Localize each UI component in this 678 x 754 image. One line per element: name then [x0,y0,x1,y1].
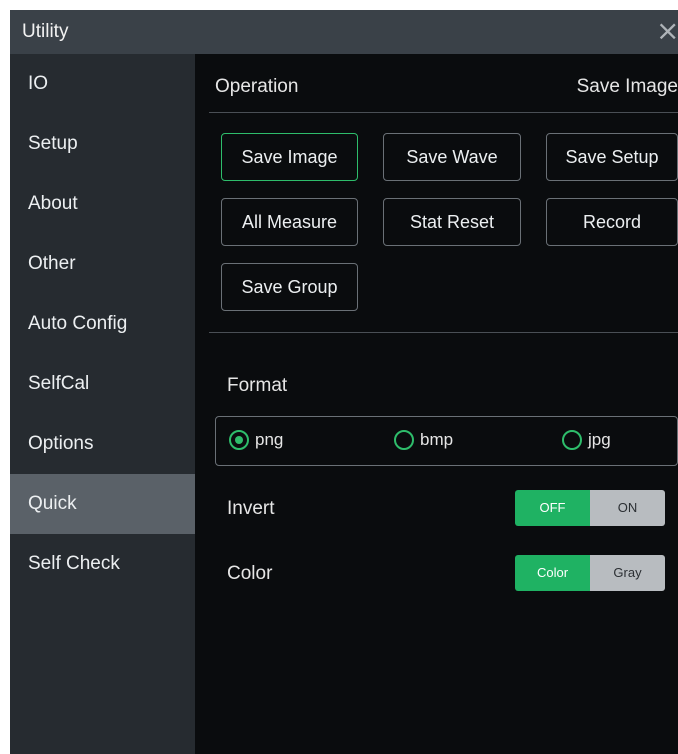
operation-value: Save Image [576,76,678,97]
color-label: Color [227,563,273,584]
radio-selected-icon [229,430,249,450]
divider [209,112,678,113]
sidebar-item-setup[interactable]: Setup [10,114,195,174]
format-option-label: bmp [420,430,454,449]
sidebar-item-about[interactable]: About [10,174,195,234]
operation-label: Operation [215,76,299,97]
sidebar-item-label: Quick [28,493,77,514]
sidebar-item-label: Options [28,433,94,454]
record-button[interactable]: Record [546,198,678,246]
sidebar-item-other[interactable]: Other [10,234,195,294]
color-toggle[interactable]: Color Gray [515,555,665,591]
format-option-label: png [255,430,284,449]
save-group-button[interactable]: Save Group [221,263,358,311]
sidebar-item-label: Auto Config [28,313,128,334]
format-option-label: jpg [588,430,611,449]
sidebar-item-selfcal[interactable]: SelfCal [10,354,195,414]
sidebar-item-label: Other [28,253,76,274]
sidebar-item-label: Setup [28,133,78,154]
stat-reset-button[interactable]: Stat Reset [383,198,521,246]
utility-window: Utility × IO Setup About Other Auto Conf… [10,10,678,754]
invert-toggle[interactable]: OFF ON [515,490,665,526]
radio-unselected-icon [562,430,582,450]
close-icon[interactable]: × [656,17,678,45]
sidebar-item-options[interactable]: Options [10,414,195,474]
divider [209,332,678,333]
save-setup-button[interactable]: Save Setup [546,133,678,181]
sidebar-item-label: Self Check [28,553,120,574]
format-radio-group: png bmp jpg [215,416,678,466]
all-measure-button[interactable]: All Measure [221,198,358,246]
invert-label: Invert [227,498,275,519]
sidebar-item-label: SelfCal [28,373,90,394]
color-option-color[interactable]: Color [515,555,590,591]
save-wave-button[interactable]: Save Wave [383,133,521,181]
save-image-button[interactable]: Save Image [221,133,358,181]
sidebar: IO Setup About Other Auto Config SelfCal… [10,54,195,754]
sidebar-item-self-check[interactable]: Self Check [10,534,195,594]
sidebar-item-label: IO [28,73,49,94]
title-bar: Utility × [10,10,678,54]
invert-off-option[interactable]: OFF [515,490,590,526]
format-label: Format [227,375,288,396]
sidebar-item-label: About [28,193,78,214]
window-title: Utility [22,21,69,42]
sidebar-item-io[interactable]: IO [10,54,195,114]
sidebar-item-auto-config[interactable]: Auto Config [10,294,195,354]
sidebar-item-quick[interactable]: Quick [10,474,195,534]
quick-settings-panel: Operation Save Image Save Image Save Wav… [195,54,678,754]
color-option-gray[interactable]: Gray [590,555,665,591]
radio-unselected-icon [394,430,414,450]
invert-on-option[interactable]: ON [590,490,665,526]
